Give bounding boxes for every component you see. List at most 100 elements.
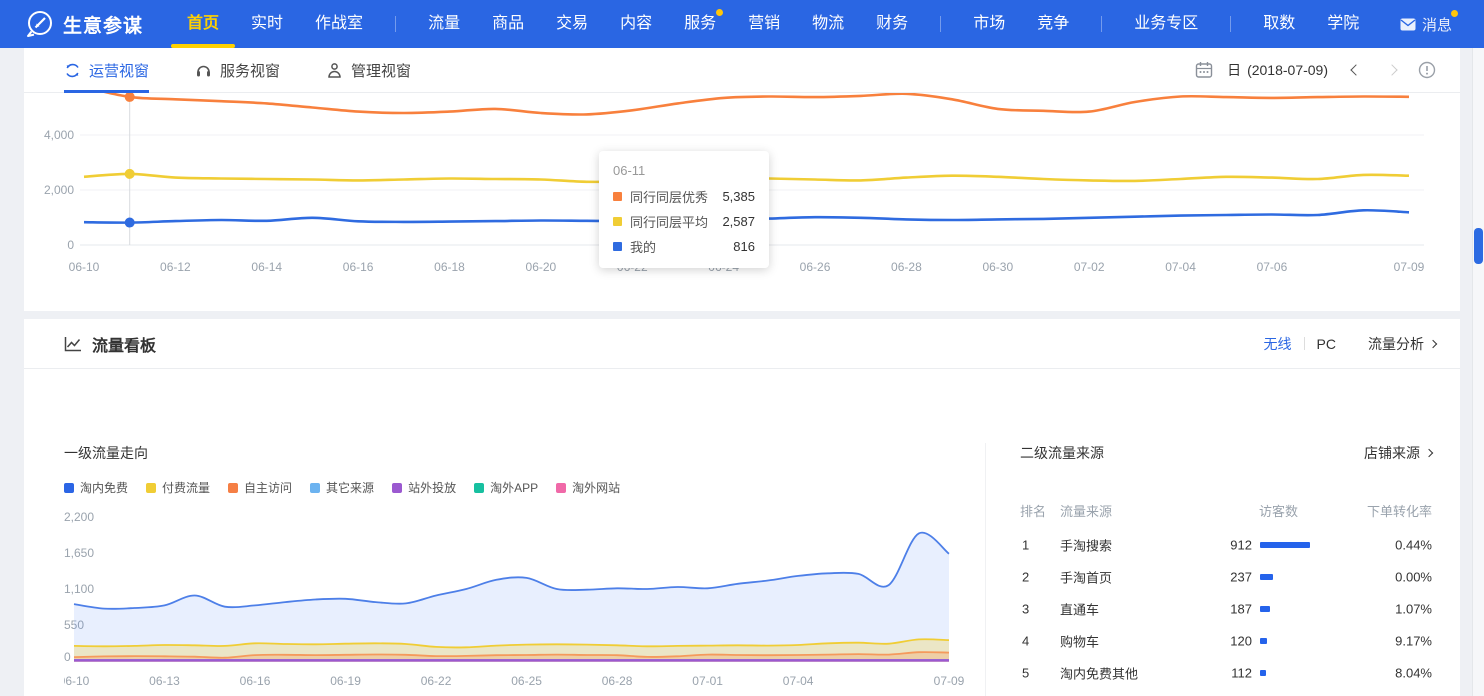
- date-value[interactable]: (2018-07-09): [1247, 62, 1328, 78]
- secondary-traffic-sources: 二级流量来源 店铺来源 排名流量来源访客数下单转化率 1手淘搜索9120.44%…: [1020, 443, 1432, 696]
- legend-item-淘内免费[interactable]: 淘内免费: [64, 479, 128, 496]
- nav-item-业务专区[interactable]: 业务专区: [1134, 0, 1198, 48]
- tab-服务视窗[interactable]: 服务视窗: [195, 48, 280, 93]
- date-granularity[interactable]: 日: [1227, 60, 1241, 80]
- legend-item-付费流量[interactable]: 付费流量: [146, 479, 210, 496]
- traffic-source-row[interactable]: 2手淘首页2370.00%: [1020, 561, 1432, 593]
- svg-text:1,100: 1,100: [64, 582, 94, 596]
- sources-table: 1手淘搜索9120.44%2手淘首页2370.00%3直通车1871.07%4购…: [1020, 529, 1432, 689]
- trend-legend: 淘内免费 付费流量 自主访问 其它来源 站外投放 淘外APP 淘外网站: [64, 479, 620, 496]
- svg-text:06-20: 06-20: [526, 260, 557, 274]
- source-rank: 3: [1022, 602, 1029, 617]
- traffic-source-row[interactable]: 1手淘搜索9120.44%: [1020, 529, 1432, 561]
- nav-item-内容[interactable]: 内容: [620, 0, 652, 48]
- toggle-wireless[interactable]: 无线: [1264, 334, 1292, 354]
- source-visitors: 187: [1230, 602, 1252, 617]
- svg-text:0: 0: [64, 650, 71, 664]
- tooltip-series-label: 我的: [630, 237, 733, 256]
- source-visitors-bar: [1260, 606, 1314, 612]
- sync-icon: [64, 62, 81, 79]
- info-icon[interactable]: [1418, 61, 1436, 79]
- nav-item-竞争[interactable]: 竞争: [1037, 0, 1069, 48]
- svg-text:06-16: 06-16: [240, 674, 271, 688]
- calendar-icon[interactable]: [1195, 61, 1213, 79]
- nav-item-物流[interactable]: 物流: [812, 0, 844, 48]
- nav-item-取数[interactable]: 取数: [1263, 0, 1295, 48]
- svg-text:06-14: 06-14: [251, 260, 282, 274]
- tab-运营视窗[interactable]: 运营视窗: [64, 48, 149, 93]
- tab-管理视窗[interactable]: 管理视窗: [326, 48, 411, 93]
- overview-card: 运营视窗服务视窗管理视窗 日 (2018-07-09) 02,0004,0000…: [24, 48, 1460, 311]
- legend-label: 站外投放: [408, 479, 456, 496]
- legend-label: 付费流量: [162, 479, 210, 496]
- source-visitors: 912: [1230, 538, 1252, 553]
- nav-item-营销[interactable]: 营销: [748, 0, 780, 48]
- source-rank: 4: [1022, 634, 1029, 649]
- nav-divider: [395, 16, 396, 32]
- legend-item-站外投放[interactable]: 站外投放: [392, 479, 456, 496]
- nav-item-学院[interactable]: 学院: [1327, 0, 1359, 48]
- brand-name: 生意参谋: [63, 11, 143, 38]
- top-nav: 生意参谋 首页实时作战室 流量商品交易内容服务营销物流财务 市场竞争 业务专区 取数学院…: [0, 0, 1484, 48]
- svg-text:07-02: 07-02: [1074, 260, 1105, 274]
- nav-message[interactable]: 消息: [1400, 14, 1460, 35]
- legend-item-自主访问[interactable]: 自主访问: [228, 479, 292, 496]
- prev-date-button[interactable]: [1350, 64, 1361, 75]
- traffic-board-title: 流量看板: [92, 332, 156, 356]
- svg-text:07-04: 07-04: [1165, 260, 1196, 274]
- chart-tooltip: 06-11 同行同层优秀5,385同行同层平均2,587我的816: [599, 151, 769, 268]
- next-date-button[interactable]: [1386, 64, 1397, 75]
- source-conversion: 8.04%: [1395, 666, 1432, 681]
- legend-swatch: [310, 483, 320, 493]
- svg-text:06-30: 06-30: [982, 260, 1013, 274]
- message-icon: [1400, 18, 1416, 31]
- tooltip-row: 我的816: [613, 237, 755, 256]
- svg-text:06-22: 06-22: [421, 674, 452, 688]
- nav-item-商品[interactable]: 商品: [492, 0, 524, 48]
- legend-item-淘外网站[interactable]: 淘外网站: [556, 479, 620, 496]
- tooltip-series-label: 同行同层优秀: [630, 187, 722, 206]
- source-visitors-bar: [1260, 574, 1314, 580]
- source-visitors: 120: [1230, 634, 1252, 649]
- sources-title: 二级流量来源: [1020, 443, 1104, 463]
- nav-message-label: 消息: [1422, 14, 1452, 35]
- legend-label: 淘外APP: [490, 479, 538, 496]
- svg-text:2,200: 2,200: [64, 510, 94, 524]
- tooltip-series-value: 2,587: [722, 214, 755, 229]
- tab-label: 运营视窗: [89, 60, 149, 81]
- badge-dot: [716, 9, 723, 16]
- shop-source-link[interactable]: 店铺来源: [1364, 443, 1432, 463]
- nav-item-流量[interactable]: 流量: [428, 0, 460, 48]
- scrollbar-thumb[interactable]: [1474, 228, 1483, 264]
- series-color-swatch: [613, 217, 622, 226]
- traffic-source-row[interactable]: 5淘内免费其他1128.04%: [1020, 657, 1432, 689]
- nav-item-首页[interactable]: 首页: [187, 0, 219, 48]
- svg-text:06-19: 06-19: [330, 674, 361, 688]
- nav-item-服务[interactable]: 服务: [684, 0, 716, 48]
- svg-text:07-04: 07-04: [783, 674, 814, 688]
- legend-swatch: [474, 483, 484, 493]
- nav-item-财务[interactable]: 财务: [876, 0, 908, 48]
- nav-item-市场[interactable]: 市场: [973, 0, 1005, 48]
- brand[interactable]: 生意参谋: [24, 9, 143, 39]
- traffic-analysis-link[interactable]: 流量分析: [1368, 334, 1436, 354]
- page-scrollbar[interactable]: [1472, 48, 1484, 696]
- svg-text:06-12: 06-12: [160, 260, 191, 274]
- area-chart-canvas[interactable]: 2,2001,6501,100550006-1006-1306-1606-190…: [64, 505, 1009, 696]
- nav-item-作战室[interactable]: 作战室: [315, 0, 363, 48]
- nav-item-实时[interactable]: 实时: [251, 0, 283, 48]
- legend-label: 淘内免费: [80, 479, 128, 496]
- traffic-source-row[interactable]: 4购物车1209.17%: [1020, 625, 1432, 657]
- toggle-pc[interactable]: PC: [1317, 336, 1336, 352]
- nav-divider: [940, 16, 941, 32]
- legend-item-其它来源[interactable]: 其它来源: [310, 479, 374, 496]
- source-conversion: 9.17%: [1395, 634, 1432, 649]
- visitor-compare-chart[interactable]: 02,0004,00006-1006-1206-1406-1606-1806-2…: [24, 93, 1460, 310]
- badge-dot: [1451, 10, 1458, 17]
- nav-item-交易[interactable]: 交易: [556, 0, 588, 48]
- legend-item-淘外APP[interactable]: 淘外APP: [474, 479, 538, 496]
- legend-swatch: [392, 483, 402, 493]
- series-color-swatch: [613, 242, 622, 251]
- traffic-source-row[interactable]: 3直通车1871.07%: [1020, 593, 1432, 625]
- traffic-board-card: 流量看板 无线 PC 流量分析 一级流量走向 淘内免费付费流量自主访问其它来源站…: [24, 319, 1460, 696]
